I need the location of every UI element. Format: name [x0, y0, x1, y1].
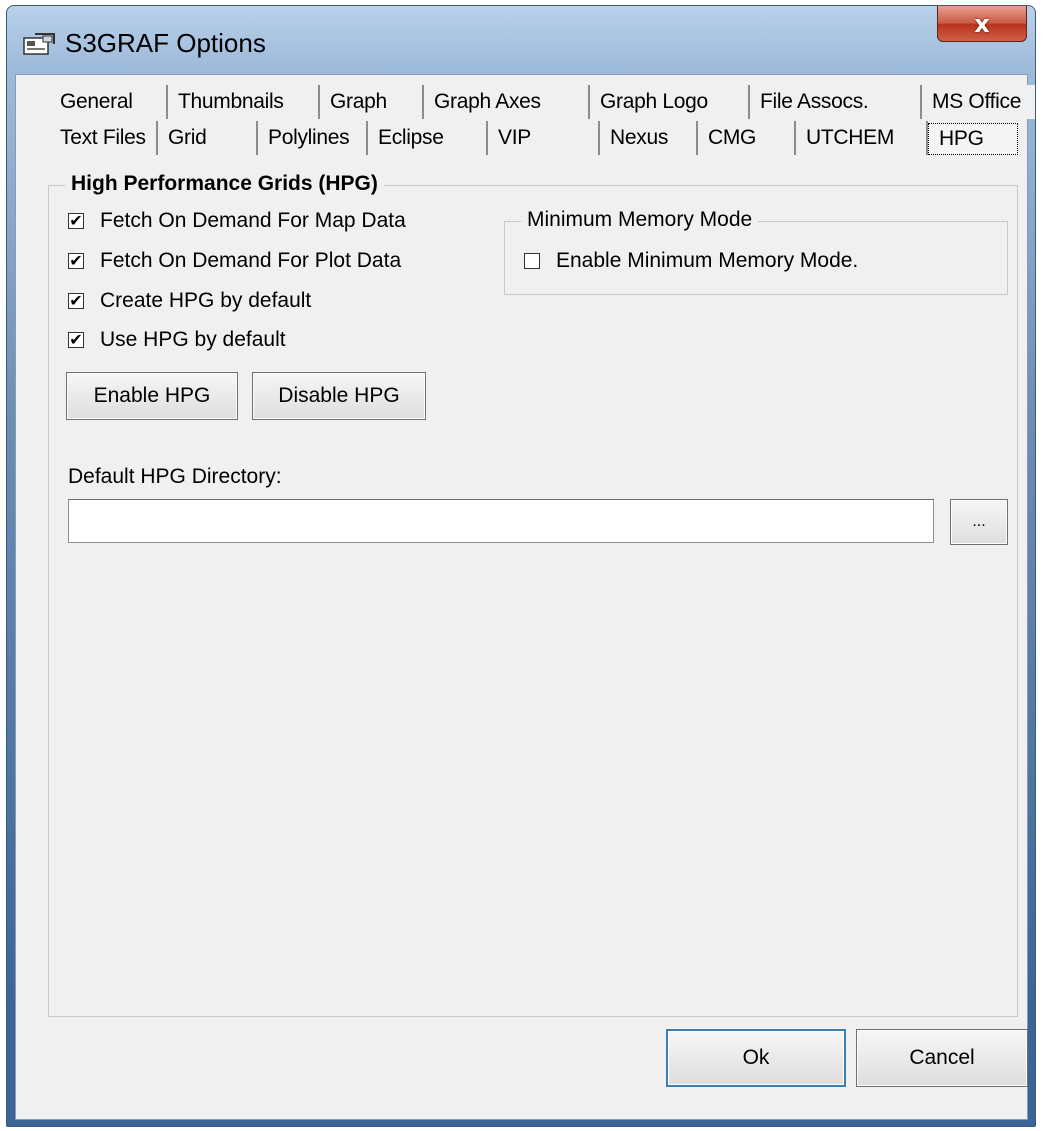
enable-minimum-memory-checkbox[interactable]: Enable Minimum Memory Mode. [524, 249, 858, 273]
checkbox-box[interactable]: ✔ [68, 332, 84, 348]
cancel-button[interactable]: Cancel [856, 1029, 1028, 1087]
enable-hpg-button[interactable]: Enable HPG [66, 372, 238, 420]
tab-grid[interactable]: Grid [158, 121, 258, 155]
ok-button[interactable]: Ok [666, 1029, 846, 1087]
tab-thumbnails[interactable]: Thumbnails [168, 85, 320, 119]
hpg-group-title: High Performance Grids (HPG) [65, 172, 384, 196]
checkbox-label: Create HPG by default [100, 289, 312, 312]
tab-general[interactable]: General [50, 85, 168, 119]
tab-row-top: General Thumbnails Graph Graph Axes Graph Lo… [50, 85, 1035, 121]
dialog-client-area: General Thumbnails Graph Graph Axes Graph Lo… [15, 74, 1035, 1120]
tab-row-bottom: Text Files Grid Polylines Eclipse VIP Nexus CM… [50, 121, 1018, 157]
create-hpg-checkbox[interactable]: ✔ Create HPG by default [68, 289, 311, 313]
fetch-plot-data-checkbox[interactable]: ✔ Fetch On Demand For Plot Data [68, 249, 401, 273]
tab-polylines[interactable]: Polylines [258, 121, 368, 155]
disable-hpg-button[interactable]: Disable HPG [252, 372, 426, 420]
tab-ms-office[interactable]: MS Office [922, 85, 1035, 119]
options-window: S3GRAF Options x General Thumbnails Graph G… [6, 5, 1036, 1127]
tab-utchem[interactable]: UTCHEM [796, 121, 928, 155]
options-window-icon [23, 33, 55, 55]
browse-directory-button[interactable]: ... [950, 499, 1008, 545]
tab-graph[interactable]: Graph [320, 85, 424, 119]
fetch-map-data-checkbox[interactable]: ✔ Fetch On Demand For Map Data [68, 209, 406, 233]
minimum-memory-group-title: Minimum Memory Mode [521, 208, 759, 232]
default-hpg-directory-input[interactable] [68, 499, 934, 543]
checkbox-box[interactable]: ✔ [68, 253, 84, 269]
checkbox-box[interactable]: ✔ [68, 293, 84, 309]
title-bar[interactable]: S3GRAF Options x [7, 6, 1035, 74]
checkbox-box[interactable] [524, 253, 540, 269]
window-title: S3GRAF Options [65, 28, 266, 58]
close-icon: x [974, 9, 990, 38]
use-hpg-checkbox[interactable]: ✔ Use HPG by default [68, 328, 286, 352]
tab-text-files[interactable]: Text Files [50, 121, 158, 155]
checkbox-label: Fetch On Demand For Map Data [100, 209, 406, 232]
checkbox-label: Use HPG by default [100, 328, 286, 351]
tab-graph-logo[interactable]: Graph Logo [590, 85, 750, 119]
tab-vip[interactable]: VIP [488, 121, 600, 155]
tab-graph-axes[interactable]: Graph Axes [424, 85, 590, 119]
tab-hpg[interactable]: HPG [928, 123, 1018, 155]
checkbox-box[interactable]: ✔ [68, 213, 84, 229]
tab-eclipse[interactable]: Eclipse [368, 121, 488, 155]
close-button[interactable]: x [937, 6, 1027, 42]
checkbox-label: Enable Minimum Memory Mode. [556, 249, 859, 272]
tab-nexus[interactable]: Nexus [600, 121, 698, 155]
checkbox-label: Fetch On Demand For Plot Data [100, 249, 402, 272]
tab-file-assocs[interactable]: File Assocs. [750, 85, 922, 119]
tab-cmg[interactable]: CMG [698, 121, 796, 155]
default-hpg-directory-label: Default HPG Directory: [68, 465, 282, 488]
